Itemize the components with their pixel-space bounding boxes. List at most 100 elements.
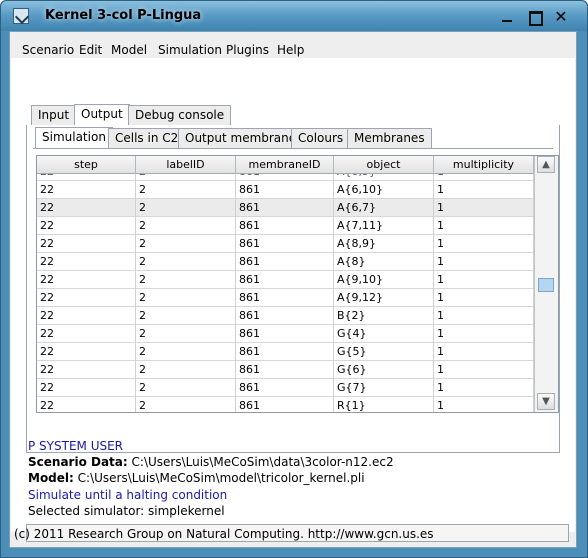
cell-step: 22 <box>37 199 136 217</box>
cell-membraneid: 861 <box>236 307 334 325</box>
table-body[interactable]: 222861A{6,9}1222861A{6,10}1222861A{6,7}1… <box>37 174 534 412</box>
cell-object: A{8,9} <box>334 235 434 253</box>
menu-plugins[interactable]: Plugins <box>226 43 269 57</box>
application-window: Kernel 3-col P-Lingua ✕ Scenario Edit Mo… <box>0 0 588 558</box>
cell-object: A{8} <box>334 253 434 271</box>
table-row[interactable]: 22 2 861 A{9,12} 1 <box>37 289 534 307</box>
cell-object: A{7,11} <box>334 217 434 235</box>
table-row[interactable]: 22 2 861 A{9,10} 1 <box>37 271 534 289</box>
cell-object: G{7} <box>334 379 434 397</box>
tab-debug-console[interactable]: Debug console <box>128 105 232 125</box>
cell-step: 22 <box>37 217 136 235</box>
cell-step: 22 <box>37 271 136 289</box>
cell-step: 22 <box>37 181 136 199</box>
table-row[interactable]: 22 2 861 A{8} 1 <box>37 253 534 271</box>
cell-membraneid: 861 <box>236 199 334 217</box>
table-row[interactable]: 22 2 861 G{4} 1 <box>37 325 534 343</box>
column-header-step[interactable]: step <box>37 156 136 174</box>
subtab-colours[interactable]: Colours <box>291 128 351 148</box>
table-row[interactable]: 22 2 861 G{5} 1 <box>37 343 534 361</box>
cell-membraneid: 861 <box>236 379 334 397</box>
cell-object: A{9,12} <box>334 289 434 307</box>
cell-step: 22 <box>37 397 136 412</box>
cell-object: A{9,10} <box>334 271 434 289</box>
subtab-output-membrane[interactable]: Output membrane <box>178 128 304 148</box>
cell-object: A{6,10} <box>334 181 434 199</box>
cell-object: G{5} <box>334 343 434 361</box>
cell-object: G{6} <box>334 361 434 379</box>
cell-multiplicity: 1 <box>434 325 534 343</box>
model-line: Model: C:\Users\Luis\MeCoSim\model\trico… <box>28 471 365 485</box>
table-row[interactable]: 22 2 861 A{6,10} 1 <box>37 181 534 199</box>
vertical-scrollbar[interactable]: ▲ ▼ <box>534 156 558 412</box>
cell-step: 22 <box>37 174 136 181</box>
cell-labelid: 2 <box>136 397 236 412</box>
cell-object: A{6,7} <box>334 199 434 217</box>
menu-edit[interactable]: Edit <box>79 43 102 57</box>
menu-model[interactable]: Model <box>111 43 147 57</box>
table-row[interactable]: 22 2 861 A{6,7} 1 <box>37 199 534 217</box>
cell-multiplicity: 1 <box>434 271 534 289</box>
cell-labelid: 2 <box>136 379 236 397</box>
cell-multiplicity: 1 <box>434 379 534 397</box>
main-panel: Input Output Debug console Simulation Ce… <box>11 58 575 542</box>
app-icon[interactable] <box>13 8 29 24</box>
cell-multiplicity: 1 <box>434 235 534 253</box>
cell-labelid: 2 <box>136 343 236 361</box>
tab-output[interactable]: Output <box>74 104 130 125</box>
cell-labelid: 2 <box>136 174 236 181</box>
table-row[interactable]: 22 2 861 A{8,9} 1 <box>37 235 534 253</box>
cell-membraneid: 861 <box>236 289 334 307</box>
cell-labelid: 2 <box>136 325 236 343</box>
table-row[interactable]: 222861A{6,9}1 <box>37 174 534 181</box>
cell-membraneid: 861 <box>236 174 334 181</box>
menu-simulation[interactable]: Simulation <box>158 43 222 57</box>
table-row[interactable]: 22 2 861 B{2} 1 <box>37 307 534 325</box>
cell-step: 22 <box>37 343 136 361</box>
column-header-multiplicity[interactable]: multiplicity <box>434 156 534 174</box>
subtab-simulation[interactable]: Simulation <box>35 127 113 148</box>
table-row[interactable]: 22 2 861 G{6} 1 <box>37 361 534 379</box>
selected-simulator-text: Selected simulator: simplekernel <box>28 504 225 518</box>
column-header-membraneid[interactable]: membraneID <box>236 156 334 174</box>
simulation-table: step labelID membraneID object multiplic… <box>36 155 559 413</box>
cell-multiplicity: 1 <box>434 307 534 325</box>
minimize-button[interactable] <box>498 10 516 24</box>
column-header-object[interactable]: object <box>334 156 434 174</box>
table-row[interactable]: 22 2 861 R{1} 1 <box>37 397 534 412</box>
cell-membraneid: 861 <box>236 361 334 379</box>
cell-labelid: 2 <box>136 199 236 217</box>
cell-multiplicity: 1 <box>434 361 534 379</box>
title-bar[interactable]: Kernel 3-col P-Lingua ✕ <box>1 1 587 31</box>
table-row[interactable]: 22 2 861 G{7} 1 <box>37 379 534 397</box>
maximize-button[interactable] <box>525 10 543 26</box>
menu-scenario[interactable]: Scenario <box>22 43 74 57</box>
cell-multiplicity: 1 <box>434 253 534 271</box>
scroll-thumb[interactable] <box>538 278 554 292</box>
column-header-labelid[interactable]: labelID <box>136 156 236 174</box>
scroll-up-arrow-icon[interactable]: ▲ <box>537 156 555 173</box>
menu-help[interactable]: Help <box>277 43 304 57</box>
table-row[interactable]: 22 2 861 A{7,11} 1 <box>37 217 534 235</box>
cell-membraneid: 861 <box>236 217 334 235</box>
subtab-membranes[interactable]: Membranes <box>347 128 432 148</box>
window-title: Kernel 3-col P-Lingua <box>45 8 202 23</box>
cell-step: 22 <box>37 253 136 271</box>
tab-input[interactable]: Input <box>31 105 77 125</box>
table-header: step labelID membraneID object multiplic… <box>37 156 534 174</box>
cell-labelid: 2 <box>136 271 236 289</box>
cell-membraneid: 861 <box>236 397 334 412</box>
subtab-cells-in-c2[interactable]: Cells in C2 <box>108 128 186 148</box>
cell-labelid: 2 <box>136 217 236 235</box>
cell-multiplicity: 1 <box>434 199 534 217</box>
close-button[interactable]: ✕ <box>552 9 570 25</box>
cell-membraneid: 861 <box>236 235 334 253</box>
cell-step: 22 <box>37 307 136 325</box>
cell-labelid: 2 <box>136 235 236 253</box>
cell-labelid: 2 <box>136 181 236 199</box>
cell-multiplicity: 1 <box>434 181 534 199</box>
cell-membraneid: 861 <box>236 325 334 343</box>
scenario-data-label: Scenario Data: <box>28 455 128 469</box>
cell-membraneid: 861 <box>236 343 334 361</box>
scroll-down-arrow-icon[interactable]: ▼ <box>537 393 555 410</box>
